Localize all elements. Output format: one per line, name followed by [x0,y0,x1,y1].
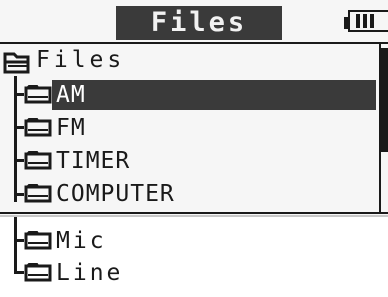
tree-connector [14,271,24,274]
folder-icon [24,117,52,137]
list-item-label: Line [56,260,124,286]
folder-icon [24,230,52,250]
screen-title: Files [116,6,282,40]
tree-connector [14,239,24,242]
folder-icon [24,183,52,203]
list-item-label: Mic [56,228,107,254]
tree-connector [14,159,24,162]
list-item-label: TIMER [56,148,131,174]
folder-icon [24,150,52,170]
folder-icon [24,84,52,104]
device-screen: Files Files AM FM TIMER COMPUTER Mic Lin… [0,0,388,297]
battery-icon [344,10,388,36]
folder-open-icon [2,50,32,74]
tree-connector [14,126,24,129]
tree-connector [14,193,24,196]
tree-connector [14,93,24,96]
list-item-label: COMPUTER [56,181,175,207]
selected-row-highlight [52,80,376,110]
tree-connector [14,217,17,273]
root-folder-label[interactable]: Files [36,45,125,75]
list-item-label: AM [56,82,86,108]
list-item-label: FM [56,115,86,141]
scrollbar-thumb[interactable] [381,48,388,152]
folder-icon [24,262,52,282]
